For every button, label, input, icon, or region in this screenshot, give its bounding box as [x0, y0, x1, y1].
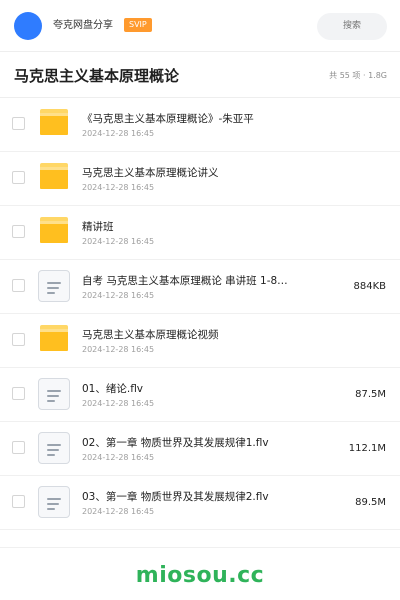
- checkbox[interactable]: [12, 441, 25, 454]
- list-item[interactable]: 01、绪论.flv 2024-12-28 16:45 87.5M: [0, 368, 400, 422]
- folder-title-bar: 马克思主义基本原理概论 共 55 项 · 1.8G: [0, 52, 400, 98]
- item-size: 884KB: [353, 281, 386, 292]
- checkbox[interactable]: [12, 171, 25, 184]
- item-date: 2024-12-28 16:45: [82, 345, 155, 354]
- item-date: 2024-12-28 16:45: [82, 399, 155, 408]
- checkbox[interactable]: [12, 387, 25, 400]
- file-icon: [38, 378, 70, 410]
- list-item[interactable]: 马克思主义基本原理概论视频 2024-12-28 16:45: [0, 314, 400, 368]
- checkbox[interactable]: [12, 279, 25, 292]
- folder-icon: [40, 109, 68, 135]
- checkbox[interactable]: [12, 495, 25, 508]
- watermark: miosou.cc: [135, 563, 265, 588]
- checkbox[interactable]: [12, 333, 25, 346]
- item-size: 87.5M: [355, 389, 386, 400]
- item-size: 89.5M: [355, 497, 386, 508]
- footer: miosou.cc: [0, 547, 400, 600]
- item-date: 2024-12-28 16:45: [82, 453, 155, 462]
- folder-icon: [40, 217, 68, 243]
- item-size: 112.1M: [348, 443, 386, 454]
- svip-badge: SVIP: [124, 18, 152, 32]
- item-date: 2024-12-28 16:45: [82, 129, 155, 138]
- list-item[interactable]: 自考 马克思主义基本原理概论 串讲班 1-8… 2024-12-28 16:45 8…: [0, 260, 400, 314]
- share-header: 夸克网盘分享 SVIP: [0, 0, 400, 52]
- item-name: 《马克思主义基本原理概论》-朱亚平: [82, 113, 254, 125]
- item-date: 2024-12-28 16:45: [82, 291, 155, 300]
- item-name: 精讲班: [82, 221, 114, 233]
- folder-icon: [40, 163, 68, 189]
- item-name: 马克思主义基本原理概论视频: [82, 329, 219, 341]
- list-item[interactable]: 精讲班 2024-12-28 16:45: [0, 206, 400, 260]
- item-name: 02、第一章 物质世界及其发展规律1.flv: [82, 437, 269, 449]
- avatar[interactable]: [14, 12, 42, 40]
- list-item[interactable]: 02、第一章 物质世界及其发展规律1.flv 2024-12-28 16:45 11…: [0, 422, 400, 476]
- item-date: 2024-12-28 16:45: [82, 507, 155, 516]
- list-item[interactable]: 《马克思主义基本原理概论》-朱亚平 2024-12-28 16:45: [0, 98, 400, 152]
- item-name: 03、第一章 物质世界及其发展规律2.flv: [82, 491, 269, 503]
- app-title: 夸克网盘分享: [53, 20, 113, 31]
- folder-icon: [40, 325, 68, 351]
- item-date: 2024-12-28 16:45: [82, 183, 155, 192]
- item-name: 马克思主义基本原理概论讲义: [82, 167, 219, 179]
- checkbox[interactable]: [12, 225, 25, 238]
- folder-meta: 共 55 项 · 1.8G: [329, 71, 387, 80]
- file-list: 《马克思主义基本原理概论》-朱亚平 2024-12-28 16:45 马克思主义基本…: [0, 98, 400, 530]
- page-title: 马克思主义基本原理概论: [14, 67, 180, 85]
- file-icon: [38, 432, 70, 464]
- checkbox[interactable]: [12, 117, 25, 130]
- item-name: 01、绪论.flv: [82, 383, 144, 395]
- search-input[interactable]: [317, 13, 387, 40]
- file-icon: [38, 270, 70, 302]
- file-icon: [38, 486, 70, 518]
- item-date: 2024-12-28 16:45: [82, 237, 155, 246]
- list-item[interactable]: 马克思主义基本原理概论讲义 2024-12-28 16:45: [0, 152, 400, 206]
- list-item[interactable]: 03、第一章 物质世界及其发展规律2.flv 2024-12-28 16:45 89…: [0, 476, 400, 530]
- item-name: 自考 马克思主义基本原理概论 串讲班 1-8…: [82, 275, 288, 287]
